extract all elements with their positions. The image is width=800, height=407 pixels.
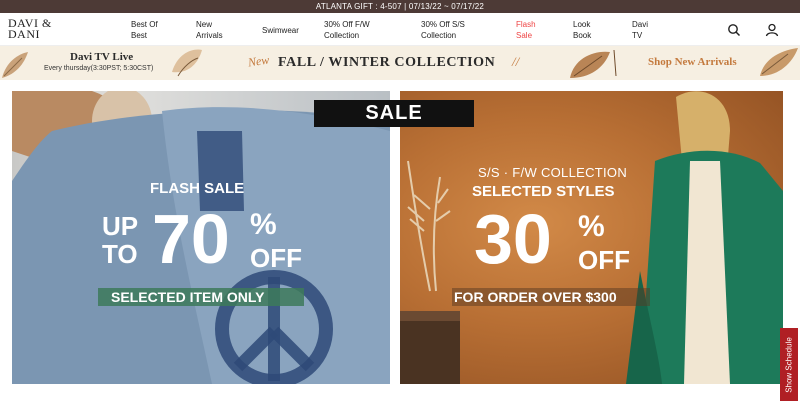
discount-70-number: 70 [152,200,230,278]
leaf-decoration-icon [172,49,202,77]
order-over-300-label: FOR ORDER OVER $300 [454,289,617,305]
selected-item-only: SELECTED ITEM ONLY [111,289,265,305]
sale-label: SALE [314,100,474,127]
collection-slash: // [512,54,520,69]
nav-davi-tv[interactable]: Davi TV [632,19,656,41]
new-script-label: New [247,52,271,70]
nav-swimwear[interactable]: Swimwear [262,25,299,36]
percent-sign: % [578,210,605,243]
to-label: TO [102,239,138,269]
site-header: DAVI & DANI Best Of Best New Arrivals Sw… [0,13,800,46]
search-icon[interactable] [727,23,741,37]
show-schedule-label: Show Schedule [784,336,794,393]
leaf-decoration-icon [760,48,798,76]
announcement-text: ATLANTA GIFT : 4-507 | 07/13/22 ~ 07/17/… [315,2,485,11]
collection-line-1: S/S · F/W COLLECTION [478,165,628,180]
leaf-decoration-icon [570,49,617,78]
announcement-bar: ATLANTA GIFT : 4-507 | 07/13/22 ~ 07/17/… [0,0,800,13]
shop-new-arrivals-link[interactable]: Shop New Arrivals [648,56,737,68]
flash-sale-title: FLASH SALE [150,180,245,197]
off-label: OFF [578,245,630,275]
davi-tv-live-title: Davi TV Live [70,51,134,63]
nav-look-book[interactable]: Look Book [573,19,603,41]
off-label: OFF [250,243,302,273]
show-schedule-tab[interactable]: Show Schedule [780,328,798,401]
nav-flash-sale[interactable]: Flash Sale [516,19,546,41]
nav-30-off-fw[interactable]: 30% Off F/W Collection [324,19,384,41]
selected-styles-label: SELECTED STYLES [472,183,615,200]
discount-30-number: 30 [474,200,552,278]
nav-new-arrivals[interactable]: New Arrivals [196,19,236,41]
fall-winter-banner[interactable]: Davi TV Live Every thursday(3:30PST; 5:3… [0,46,800,80]
user-icon[interactable] [765,23,779,37]
collection-promo[interactable]: S/S · F/W COLLECTION SELECTED STYLES 30 … [400,91,783,384]
flash-sale-promo[interactable]: FLASH SALE UP TO 70 % OFF SELECTED ITEM … [12,91,390,384]
percent-sign: % [250,208,277,241]
nav-best-of-best[interactable]: Best Of Best [131,19,171,41]
logo-line-2: DANI [8,27,40,41]
leaf-decoration-icon [2,52,28,78]
nav-30-off-ss[interactable]: 30% Off S/S Collection [421,19,481,41]
collection-title: FALL / WINTER COLLECTION [278,55,496,70]
davi-tv-schedule: Every thursday(3:30PST; 5:30CST) [44,65,154,72]
brand-logo[interactable]: DAVI & DANI [8,17,68,41]
up-label: UP [102,211,139,241]
